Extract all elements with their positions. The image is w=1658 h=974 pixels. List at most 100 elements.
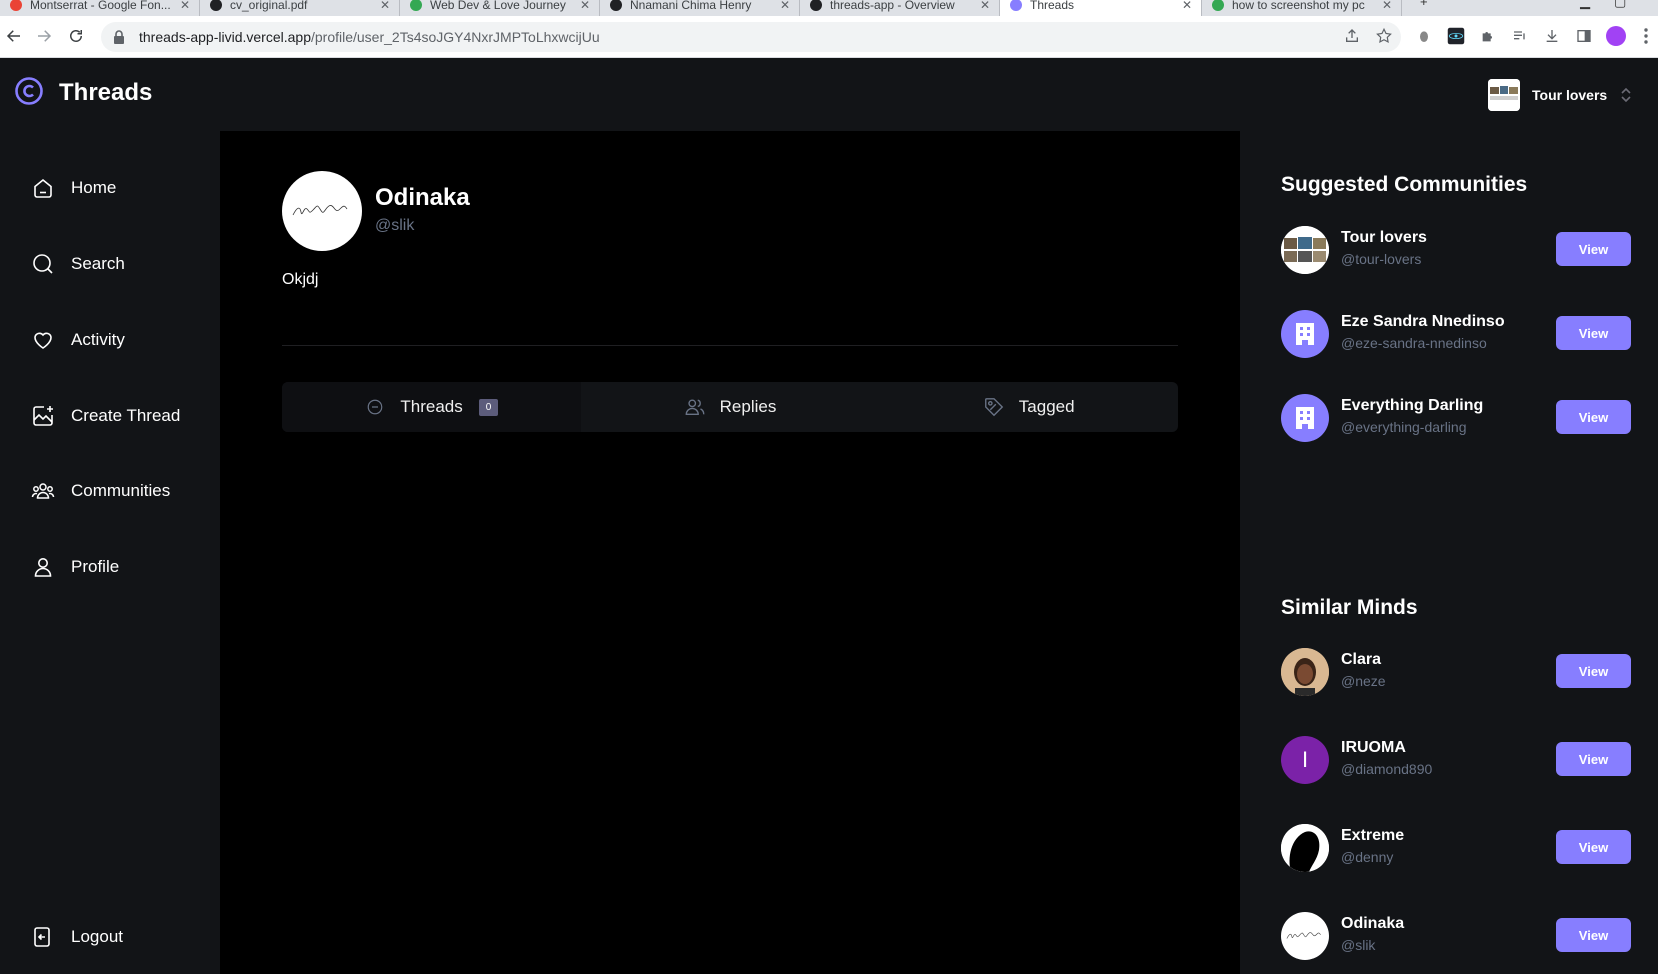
- minimize-window-icon[interactable]: ▁: [1580, 0, 1590, 10]
- community-name: Everything Darling: [1341, 397, 1484, 414]
- user-item: Odinaka @slik View: [1281, 911, 1631, 961]
- download-icon[interactable]: [1542, 26, 1562, 46]
- chat-bubble-icon: [364, 396, 386, 418]
- browser-profile-avatar[interactable]: [1606, 26, 1626, 46]
- threads-favicon-icon: [1010, 0, 1022, 11]
- sidebar-item-home[interactable]: Home: [30, 173, 116, 203]
- organization-switcher[interactable]: Tour lovers: [1488, 78, 1631, 112]
- browser-menu-icon[interactable]: [1636, 26, 1656, 46]
- reload-icon[interactable]: [64, 24, 88, 48]
- threads-app: Threads Tour lovers Home Search Activity…: [0, 58, 1658, 974]
- sidebar-item-communities[interactable]: Communities: [30, 476, 170, 506]
- browser-tab[interactable]: Montserrat - Google Fon... ✕: [0, 0, 200, 16]
- sidebar-item-create-thread[interactable]: Create Thread: [30, 401, 180, 431]
- organization-avatar: [1488, 79, 1520, 111]
- share-icon[interactable]: [1342, 26, 1362, 46]
- forward-icon[interactable]: [32, 24, 56, 48]
- chatgpt-favicon-icon: [410, 0, 422, 11]
- close-tab-icon[interactable]: ✕: [377, 0, 393, 12]
- user-handle: @diamond890: [1341, 761, 1433, 777]
- tab-tagged[interactable]: Tagged: [879, 382, 1178, 432]
- community-item: Tour lovers @tour-lovers View: [1281, 225, 1631, 275]
- vercel-favicon-icon: [810, 0, 822, 11]
- github-favicon-icon: [210, 0, 222, 11]
- community-item: Eze Sandra Nnedinso @eze-sandra-nnedinso…: [1281, 309, 1631, 359]
- sidebar-item-label: Profile: [71, 557, 120, 576]
- browser-tab[interactable]: Web Dev & Love Journey ✕: [400, 0, 600, 16]
- sidebar-item-label: Activity: [71, 330, 125, 349]
- profile-main: Odinaka @slik Okjdj Threads 0 Replies Ta…: [220, 131, 1240, 974]
- tab-threads[interactable]: Threads 0: [282, 382, 581, 432]
- browser-tab-active[interactable]: Threads ✕: [1000, 0, 1202, 16]
- view-user-button[interactable]: View: [1556, 918, 1631, 952]
- view-user-button[interactable]: View: [1556, 830, 1631, 864]
- extensions-puzzle-icon[interactable]: [1478, 26, 1498, 46]
- chevron-up-down-icon: [1621, 87, 1631, 103]
- media-queue-icon[interactable]: [1510, 26, 1530, 46]
- user-name: IRUOMA: [1341, 739, 1406, 756]
- logout-label: Logout: [71, 927, 123, 946]
- community-name: Tour lovers: [1341, 229, 1427, 246]
- user-avatar: [1281, 912, 1329, 960]
- sidebar-item-search[interactable]: Search: [30, 249, 125, 279]
- side-panel-icon[interactable]: [1574, 26, 1594, 46]
- browser-tab[interactable]: threads-app - Overview ✕: [800, 0, 1000, 16]
- user-avatar: I: [1281, 736, 1329, 784]
- close-tab-icon[interactable]: ✕: [977, 0, 993, 12]
- profile-bio: Okjdj: [282, 271, 319, 288]
- back-icon[interactable]: [2, 24, 26, 48]
- logout-button[interactable]: Logout: [30, 922, 123, 952]
- browser-tab[interactable]: Nnamani Chima Henry ✕: [600, 0, 800, 16]
- extension-bug-icon[interactable]: [1414, 26, 1434, 46]
- lock-icon[interactable]: [113, 29, 129, 45]
- bookmark-star-icon[interactable]: [1374, 26, 1394, 46]
- community-handle: @everything-darling: [1341, 419, 1467, 435]
- view-community-button[interactable]: View: [1556, 232, 1631, 266]
- brand-name[interactable]: Threads: [59, 79, 152, 107]
- sidebar-item-label: Create Thread: [71, 406, 181, 425]
- address-bar[interactable]: threads-app-livid.vercel.app/profile/use…: [101, 22, 1401, 52]
- view-user-button[interactable]: View: [1556, 742, 1631, 776]
- sidebar-item-label: Search: [71, 254, 125, 273]
- profile-username: @slik: [375, 217, 415, 234]
- tab-label: Threads: [400, 397, 463, 416]
- view-user-button[interactable]: View: [1556, 654, 1631, 688]
- view-community-button[interactable]: View: [1556, 316, 1631, 350]
- search-icon: [30, 251, 56, 277]
- community-item: Everything Darling @everything-darling V…: [1281, 393, 1631, 443]
- sidebar-item-profile[interactable]: Profile: [30, 552, 119, 582]
- browser-tab[interactable]: how to screenshot my pc ✕: [1202, 0, 1402, 16]
- topbar: Threads Tour lovers: [0, 58, 1658, 131]
- react-devtools-icon[interactable]: [1446, 26, 1466, 46]
- tab-label: Replies: [719, 397, 777, 416]
- home-icon: [30, 175, 56, 201]
- url-path: /profile/user_2Ts4soJGY4NxrJMPToLhxwcijU…: [310, 29, 600, 45]
- restore-window-icon[interactable]: ▢: [1614, 0, 1626, 10]
- threads-logo-icon[interactable]: [14, 76, 44, 106]
- github-favicon-icon: [610, 0, 622, 11]
- tab-replies[interactable]: Replies: [581, 382, 880, 432]
- sidebar-item-activity[interactable]: Activity: [30, 325, 125, 355]
- chatgpt-favicon-icon: [1212, 0, 1224, 11]
- user-avatar: [1281, 824, 1329, 872]
- user-name: Clara: [1341, 651, 1382, 668]
- close-tab-icon[interactable]: ✕: [777, 0, 793, 12]
- user-handle: @slik: [1341, 937, 1376, 953]
- view-community-button[interactable]: View: [1556, 400, 1631, 434]
- close-tab-icon[interactable]: ✕: [1179, 0, 1195, 12]
- new-tab-icon[interactable]: +: [1420, 0, 1428, 9]
- close-tab-icon[interactable]: ✕: [1379, 0, 1395, 12]
- profile-tabs: Threads 0 Replies Tagged: [282, 382, 1178, 432]
- browser-tab-strip: Montserrat - Google Fon... ✕ cv_original.…: [0, 0, 1658, 16]
- organization-name: Tour lovers: [1532, 87, 1608, 103]
- user-name: Odinaka: [1341, 915, 1405, 932]
- user-avatar: [1281, 648, 1329, 696]
- close-tab-icon[interactable]: ✕: [177, 0, 193, 12]
- close-tab-icon[interactable]: ✕: [577, 0, 593, 12]
- community-avatar: [1281, 226, 1329, 274]
- divider: [282, 345, 1178, 346]
- browser-tab[interactable]: cv_original.pdf ✕: [200, 0, 400, 16]
- logout-icon: [30, 924, 56, 950]
- user-item: Extreme @denny View: [1281, 823, 1631, 873]
- community-handle: @tour-lovers: [1341, 251, 1422, 267]
